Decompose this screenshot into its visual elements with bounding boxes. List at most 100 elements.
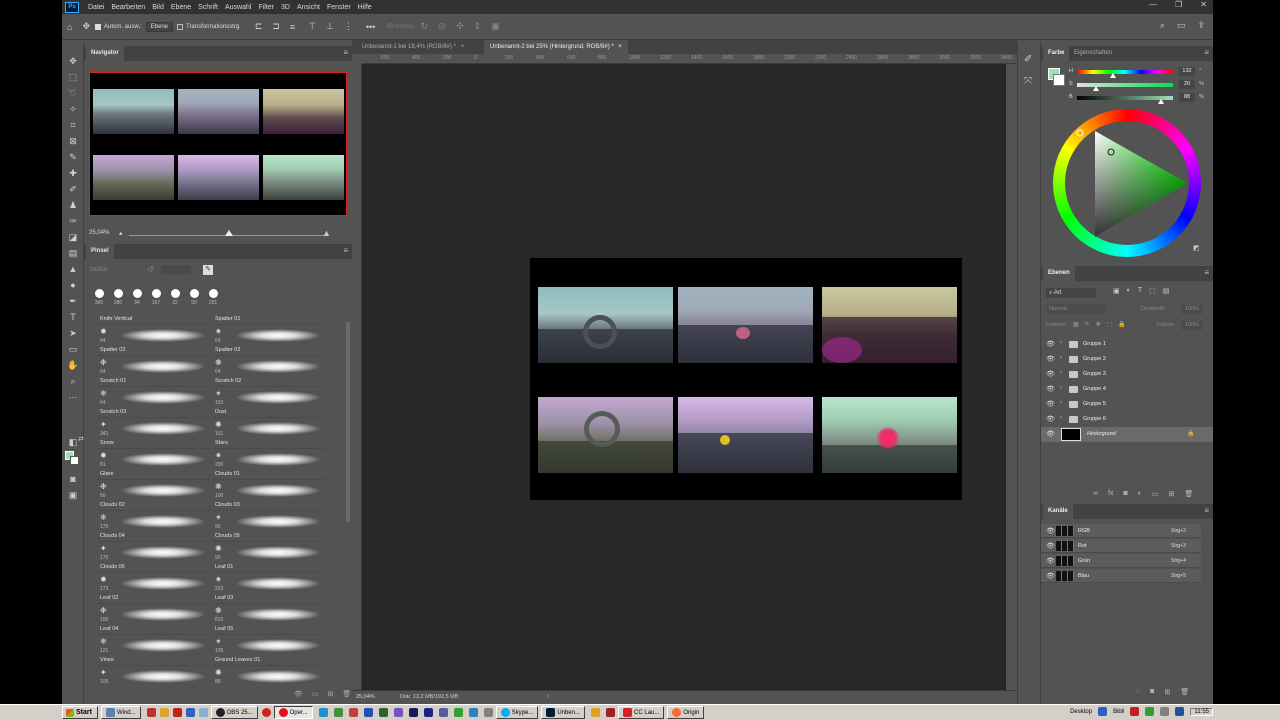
- search-icon[interactable]: ⌕: [1160, 20, 1165, 31]
- crop-tool-icon[interactable]: ⌗: [67, 120, 79, 131]
- slider-track[interactable]: [1077, 70, 1173, 74]
- slider-value-input[interactable]: 132: [1179, 67, 1195, 76]
- layer-group[interactable]: 👁 › Gruppe 4: [1041, 382, 1213, 397]
- align-center-icon[interactable]: ⊐: [272, 21, 280, 32]
- color-triangle[interactable]: [1053, 109, 1201, 257]
- new-layer-icon[interactable]: ⊞: [1169, 490, 1175, 498]
- auto-select-checkbox[interactable]: [94, 23, 101, 30]
- home-icon[interactable]: ⌂: [67, 22, 72, 32]
- lock-all-icon[interactable]: 🔒: [1118, 321, 1125, 328]
- close-tab-icon[interactable]: ×: [461, 44, 465, 50]
- shape-tool-icon[interactable]: ▭: [67, 344, 79, 355]
- layer-group[interactable]: 👁 › Gruppe 3: [1041, 367, 1213, 382]
- navigator-zoom-value[interactable]: 25,04%: [89, 230, 109, 236]
- hand-tool-icon[interactable]: ✋: [67, 360, 79, 371]
- tray-icon[interactable]: [1145, 707, 1155, 716]
- quicklaunch-icon[interactable]: [438, 708, 448, 717]
- layer-background[interactable]: 👁 🔒 Hintergrund: [1041, 427, 1213, 442]
- transform-icon[interactable]: ⤧: [1024, 76, 1032, 87]
- brush-item[interactable]: ❄ 64 Scratch 03: [98, 387, 210, 418]
- save-selection-icon[interactable]: ◙: [1150, 688, 1154, 696]
- link-layers-icon[interactable]: ∞: [1093, 490, 1098, 498]
- align-left-icon[interactable]: ⊏: [255, 21, 263, 32]
- layer-group[interactable]: 👁 › Gruppe 2: [1041, 352, 1213, 367]
- 3d-scale-icon[interactable]: ▣: [491, 21, 500, 32]
- quicklaunch-icon[interactable]: [423, 708, 433, 717]
- expand-chevron-icon[interactable]: ›: [1060, 340, 1062, 346]
- share-icon[interactable]: ⇪: [1197, 20, 1205, 31]
- new-brush-footer-icon[interactable]: ⊞: [328, 690, 334, 698]
- brush-item[interactable]: ✹ 81 Glare: [98, 449, 210, 480]
- channel-row[interactable]: 👁 Rot Strg+3: [1041, 539, 1201, 553]
- expand-chevron-icon[interactable]: ›: [1060, 400, 1062, 406]
- quicklaunch-icon[interactable]: [172, 708, 182, 717]
- vertical-ruler[interactable]: [352, 64, 362, 690]
- quicklaunch-icon[interactable]: [261, 708, 271, 717]
- expand-chevron-icon[interactable]: ›: [1060, 370, 1062, 376]
- expand-chevron-icon[interactable]: ›: [1060, 355, 1062, 361]
- 3d-slide-icon[interactable]: ⇕: [474, 21, 482, 32]
- channel-row[interactable]: 👁 RGB Strg+2: [1041, 524, 1201, 538]
- brush-item[interactable]: ❋ 100 Clouds 03: [213, 480, 325, 511]
- close-icon[interactable]: ✕: [1200, 0, 1207, 9]
- tray-icon[interactable]: [1130, 707, 1140, 716]
- panel-menu-icon[interactable]: ≡: [1204, 506, 1209, 515]
- brush-item[interactable]: ✦ 341 Snow: [98, 418, 210, 449]
- brush-item[interactable]: ✶ 90 Clouds 05: [213, 511, 325, 542]
- brush-item[interactable]: ✺Spatter 01: [213, 314, 325, 325]
- trash-icon[interactable]: 🗑: [342, 690, 351, 698]
- menu-hilfe[interactable]: Hilfe: [358, 4, 372, 11]
- background-color-swatch[interactable]: [70, 456, 79, 465]
- tab-color[interactable]: Farbe: [1043, 46, 1070, 61]
- quicklaunch-icon[interactable]: [198, 708, 208, 717]
- layer-group[interactable]: 👁 › Gruppe 1: [1041, 337, 1213, 352]
- tab-channels[interactable]: Kanäle: [1043, 504, 1073, 519]
- visibility-eye-icon[interactable]: 👁: [1046, 355, 1055, 363]
- 3d-roll-icon[interactable]: ◎: [438, 21, 446, 32]
- visibility-eye-icon[interactable]: 👁: [1046, 415, 1055, 423]
- history-brush-icon[interactable]: ✑: [67, 216, 79, 227]
- canvas-area[interactable]: [362, 64, 1006, 690]
- tray-icon[interactable]: [1160, 707, 1170, 716]
- layer-group[interactable]: 👁 › Gruppe 5: [1041, 397, 1213, 412]
- eraser-tool-icon[interactable]: ◪: [67, 232, 79, 243]
- lock-position-icon[interactable]: ✥: [1096, 321, 1101, 328]
- move-tool-icon[interactable]: ✥: [67, 56, 79, 67]
- quicklaunch-icon[interactable]: [185, 708, 195, 717]
- slider-knob[interactable]: [1093, 86, 1100, 91]
- brush-item[interactable]: ✺ 101 Stars: [213, 418, 325, 449]
- reset-icon[interactable]: ↺: [147, 265, 154, 274]
- magic-wand-icon[interactable]: ✧: [67, 104, 79, 115]
- align-right-icon[interactable]: ≡: [290, 22, 295, 32]
- brush-item[interactable]: ✺ 90 Leaf 01: [213, 542, 325, 573]
- brush-preset[interactable]: 280: [110, 289, 126, 306]
- blend-mode-dropdown[interactable]: Normal: [1046, 304, 1106, 314]
- start-button[interactable]: Start: [62, 706, 98, 719]
- panel-menu-icon[interactable]: ≡: [343, 246, 348, 255]
- visibility-eye-icon[interactable]: 👁: [1046, 340, 1055, 348]
- brush-preset[interactable]: 366: [91, 289, 107, 306]
- close-tab-icon[interactable]: ×: [618, 44, 622, 50]
- brush-item[interactable]: ✶ 153 Dust: [213, 387, 325, 418]
- brush-item[interactable]: ✹ 64 Spatter 02: [98, 325, 210, 356]
- brush-item[interactable]: ✷ 223 Leaf 03: [213, 573, 325, 604]
- brush-item[interactable]: ❋ 64 Scratch 02: [213, 356, 325, 387]
- menu-auswahl[interactable]: Auswahl: [225, 4, 251, 11]
- brush-item[interactable]: ❉ 100 Leaf 04: [98, 604, 210, 635]
- type-tool-icon[interactable]: T: [67, 312, 79, 323]
- visibility-eye-icon[interactable]: 👁: [1046, 400, 1055, 408]
- gradient-tool-icon[interactable]: ▤: [67, 248, 79, 259]
- transform-controls-checkbox[interactable]: [177, 23, 184, 30]
- quicklaunch-icon[interactable]: [483, 708, 493, 717]
- filter-adjust-icon[interactable]: ◐: [1127, 287, 1131, 295]
- task-cc-launcher[interactable]: CC Lau...: [618, 706, 665, 719]
- tab-layers[interactable]: Ebenen: [1043, 266, 1075, 281]
- task-opera[interactable]: Oper...: [273, 706, 313, 719]
- expand-chevron-icon[interactable]: ›: [1060, 415, 1062, 421]
- brush-preset[interactable]: 107: [148, 289, 164, 306]
- navigator-preview[interactable]: [89, 72, 347, 216]
- quicklaunch-icon[interactable]: [378, 708, 388, 717]
- new-brush-icon[interactable]: ✎: [203, 265, 213, 275]
- menu-3d[interactable]: 3D: [281, 4, 290, 11]
- brush-item[interactable]: ❉ 60 Clouds 02: [98, 480, 210, 511]
